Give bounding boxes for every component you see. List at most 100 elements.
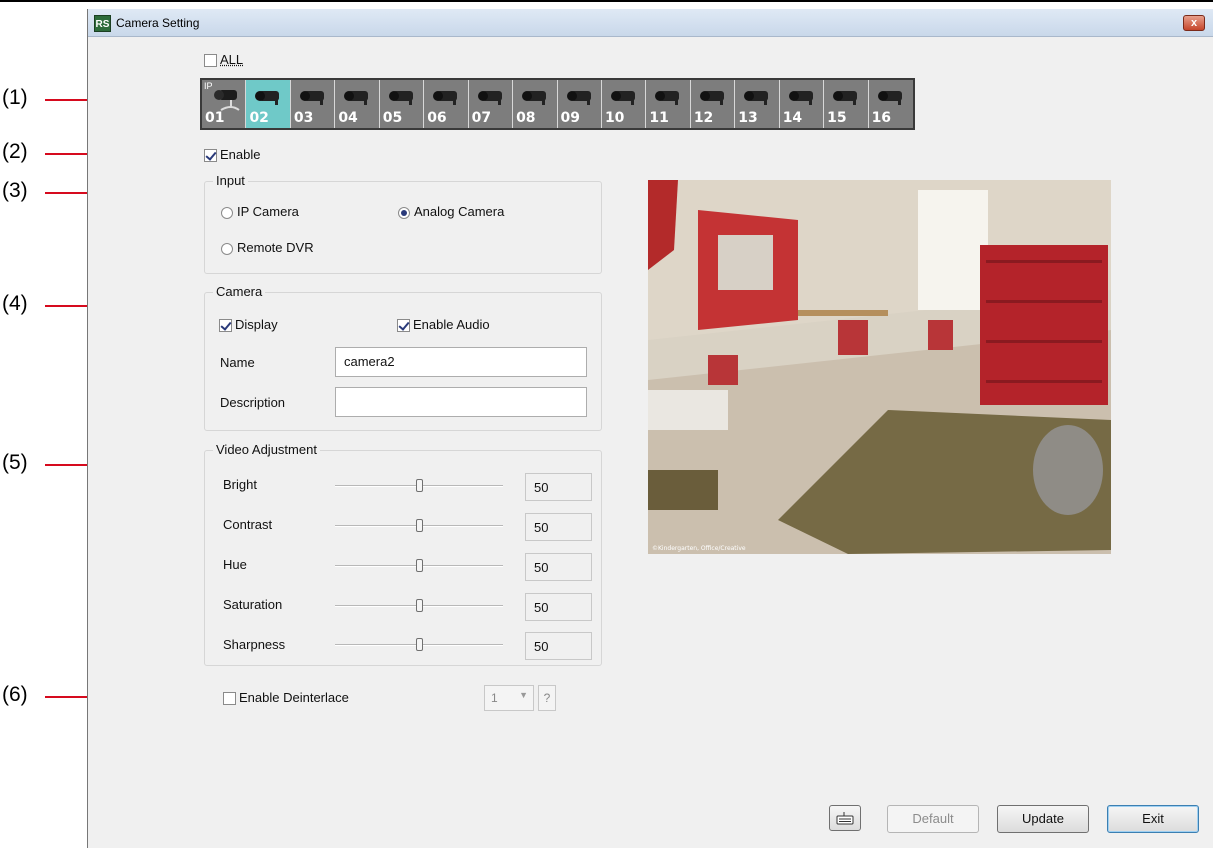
enable-checkbox-box[interactable] xyxy=(204,149,217,163)
camera-icon xyxy=(388,91,413,105)
remote-dvr-radio[interactable]: Remote DVR xyxy=(221,240,314,255)
ip-camera-radio-label: IP Camera xyxy=(237,204,299,219)
camera-tile-02[interactable]: 02 xyxy=(246,80,291,128)
callout-3: (3) xyxy=(2,179,28,202)
enable-deinterlace-checkbox-box[interactable] xyxy=(223,692,236,706)
camera-icon xyxy=(788,91,813,105)
deinterlace-select-value: 1 xyxy=(491,691,498,705)
camera-tile-06[interactable]: 06 xyxy=(424,80,469,128)
sharpness-value: 50 xyxy=(525,632,592,660)
camera-icon xyxy=(699,91,724,105)
deinterlace-help-button[interactable]: ? xyxy=(538,685,556,711)
bright-slider-thumb[interactable] xyxy=(416,479,423,492)
display-checkbox-box[interactable] xyxy=(219,319,232,333)
camera-icon xyxy=(877,91,902,105)
camera-tile-13[interactable]: 13 xyxy=(735,80,780,128)
hue-label: Hue xyxy=(223,557,247,572)
callout-4: (4) xyxy=(2,292,28,315)
camera-tile-04[interactable]: 04 xyxy=(335,80,380,128)
ip-camera-radio-button[interactable] xyxy=(221,206,233,219)
chevron-down-icon: ▼ xyxy=(519,690,528,700)
sharpness-label: Sharpness xyxy=(223,637,286,652)
analog-camera-radio-button[interactable] xyxy=(398,206,410,219)
camera-preview: ©Kindergarten, Office/Creative xyxy=(648,180,1111,554)
display-checkbox[interactable]: Display xyxy=(219,317,278,333)
callout-2: (2) xyxy=(2,140,28,163)
camera-icon xyxy=(610,91,635,105)
exit-button[interactable]: Exit xyxy=(1107,805,1199,833)
title-bar: RS Camera Setting x xyxy=(88,9,1213,37)
update-button[interactable]: Update xyxy=(997,805,1089,833)
camera-tile-16[interactable]: 16 xyxy=(868,80,913,128)
contrast-slider-thumb[interactable] xyxy=(416,519,423,532)
camera-icon xyxy=(522,91,547,105)
enable-deinterlace-checkbox[interactable]: Enable Deinterlace xyxy=(223,690,349,706)
camera-number: 06 xyxy=(427,110,447,126)
sharpness-slider-thumb[interactable] xyxy=(416,638,423,651)
app-icon: RS xyxy=(94,15,111,32)
callout-6: (6) xyxy=(2,683,28,706)
enable-deinterlace-label: Enable Deinterlace xyxy=(239,690,349,705)
camera-number: 04 xyxy=(338,110,358,126)
description-field[interactable] xyxy=(335,387,587,417)
camera-number: 11 xyxy=(649,110,669,126)
camera-number: 05 xyxy=(382,110,403,126)
video-adjustment-title: Video Adjustment xyxy=(213,442,320,457)
all-checkbox[interactable]: ALL xyxy=(204,52,243,68)
camera-icon xyxy=(833,91,858,105)
camera-tile-09[interactable]: 09 xyxy=(557,80,602,128)
enable-checkbox-label: Enable xyxy=(220,147,261,162)
keyboard-button[interactable] xyxy=(829,805,861,831)
camera-tile-14[interactable]: 14 xyxy=(779,80,825,128)
camera-icon xyxy=(477,91,502,105)
camera-tile-07[interactable]: 07 xyxy=(468,80,514,128)
camera-number: 03 xyxy=(293,110,314,126)
camera-tile-10[interactable]: 10 xyxy=(601,80,647,128)
camera-number: 16 xyxy=(871,110,892,126)
camera-tile-03[interactable]: 03 xyxy=(290,80,336,128)
camera-number: 10 xyxy=(604,110,625,126)
camera-tile-12[interactable]: 12 xyxy=(690,80,736,128)
video-adjustment-group: Video Adjustment Bright 50 Contrast 50 H… xyxy=(204,442,602,666)
camera-number: 09 xyxy=(560,110,580,126)
camera-setting-window: RS Camera Setting x ALL IP 01 02 03 04 0… xyxy=(87,9,1213,848)
camera-number: 14 xyxy=(782,110,803,126)
camera-tile-05[interactable]: 05 xyxy=(379,80,425,128)
enable-audio-checkbox-box[interactable] xyxy=(397,319,410,333)
camera-group-title: Camera xyxy=(213,284,266,299)
camera-tile-08[interactable]: 08 xyxy=(513,80,558,128)
keyboard-icon xyxy=(836,812,854,825)
camera-number: 02 xyxy=(249,110,269,126)
saturation-value: 50 xyxy=(525,593,592,621)
name-field[interactable]: camera2 xyxy=(335,347,587,377)
ip-camera-radio[interactable]: IP Camera xyxy=(221,204,299,219)
camera-icon xyxy=(744,91,769,105)
enable-checkbox[interactable]: Enable xyxy=(204,147,261,163)
camera-tile-15[interactable]: 15 xyxy=(824,80,869,128)
analog-camera-radio-label: Analog Camera xyxy=(414,204,505,219)
enable-audio-checkbox-label: Enable Audio xyxy=(413,317,490,332)
hue-value: 50 xyxy=(525,553,592,581)
camera-number: 15 xyxy=(827,110,847,126)
remote-dvr-radio-button[interactable] xyxy=(221,242,233,255)
ip-camera-icon xyxy=(214,90,240,111)
camera-icon xyxy=(344,91,369,105)
deinterlace-select[interactable]: 1 ▼ xyxy=(484,685,534,711)
all-checkbox-box[interactable] xyxy=(204,54,217,68)
analog-camera-radio[interactable]: Analog Camera xyxy=(398,204,504,219)
enable-audio-checkbox[interactable]: Enable Audio xyxy=(397,317,490,333)
camera-icon xyxy=(566,91,591,105)
camera-tile-01[interactable]: IP 01 xyxy=(202,80,247,128)
remote-dvr-radio-label: Remote DVR xyxy=(237,240,314,255)
callout-5: (5) xyxy=(2,451,28,474)
name-label: Name xyxy=(220,355,255,370)
camera-number: 08 xyxy=(516,110,536,126)
hue-slider-thumb[interactable] xyxy=(416,559,423,572)
camera-tile-11[interactable]: 11 xyxy=(646,80,691,128)
saturation-slider-thumb[interactable] xyxy=(416,599,423,612)
close-button[interactable]: x xyxy=(1183,15,1205,31)
camera-number: 12 xyxy=(693,110,714,126)
default-button[interactable]: Default xyxy=(887,805,979,833)
saturation-label: Saturation xyxy=(223,597,283,612)
top-border xyxy=(0,0,1213,2)
